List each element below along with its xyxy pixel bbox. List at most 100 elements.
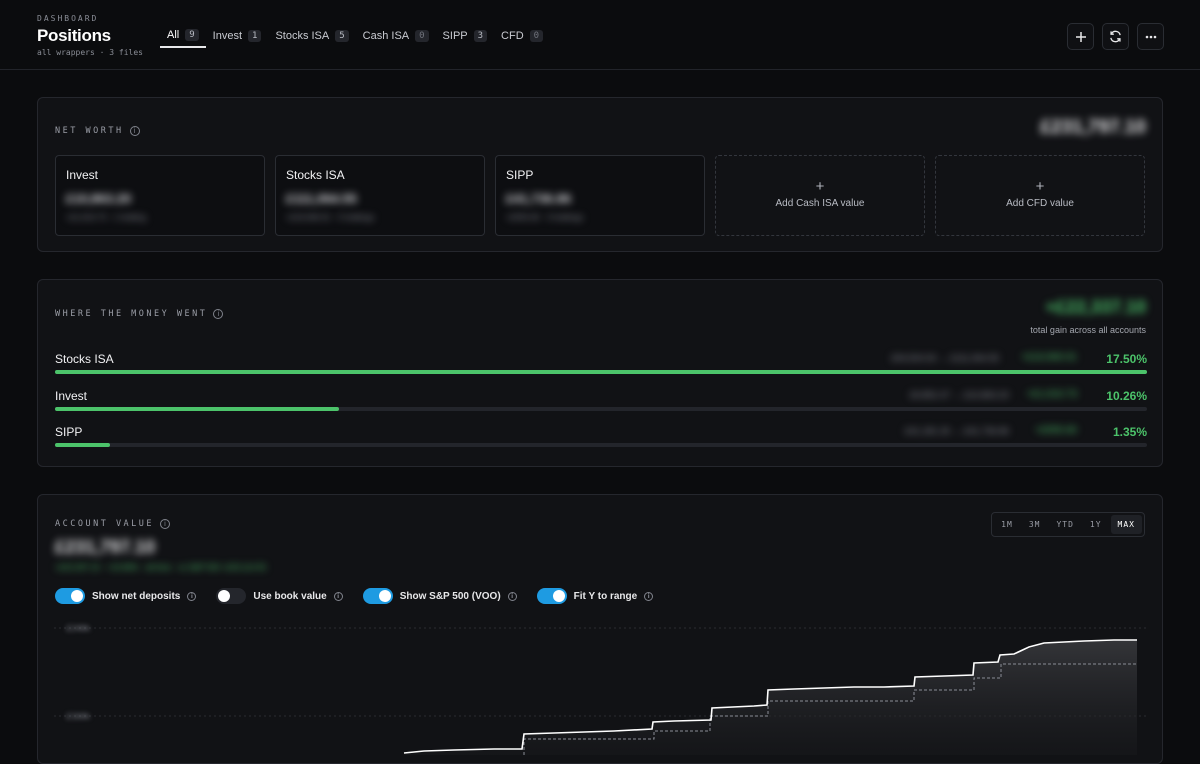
info-icon[interactable]: i xyxy=(187,591,197,601)
tab-sipp[interactable]: SIPP 3 xyxy=(436,26,495,48)
gain-row-invest: Invest £9,852.47 → £10,863.20 +£1,010.73… xyxy=(55,389,1147,419)
account-card-sipp[interactable]: SIPP £41,736.86 +£555.60 · 3 holdings xyxy=(495,155,705,236)
refresh-icon xyxy=(1110,30,1121,43)
plus-icon: + xyxy=(1035,178,1045,195)
fit-y-switch[interactable] xyxy=(536,588,567,604)
refresh-button[interactable] xyxy=(1102,23,1129,50)
gain-row-percent: 1.35% xyxy=(1112,425,1147,439)
info-icon[interactable]: i xyxy=(644,591,654,601)
info-icon[interactable]: i xyxy=(213,309,224,319)
chart-toggles: Show net deposits i Use book value i Sho… xyxy=(55,588,654,604)
toggle-label: Show S&P 500 (VOO) xyxy=(399,590,501,602)
net-deposits-switch[interactable] xyxy=(55,588,85,604)
tab-count: 1 xyxy=(248,29,262,42)
gain-row-track xyxy=(55,407,1147,411)
range-ytd[interactable]: YTD xyxy=(1049,515,1080,534)
sp500-switch[interactable] xyxy=(362,588,393,604)
total-gain: +£22,337.10 xyxy=(1045,297,1146,317)
gain-row-detail: £41,181.26 → £41,736.86 xyxy=(904,426,1009,436)
gain-row-fill xyxy=(55,443,110,447)
tab-label: SIPP xyxy=(442,29,468,42)
toggle-fit-y: Fit Y to range i xyxy=(536,588,654,604)
add-button[interactable] xyxy=(1067,23,1094,50)
gain-row-stocks-isa: Stocks ISA £94,504.54 → £111,064.55 +£16… xyxy=(55,352,1147,382)
range-3m[interactable]: 3M xyxy=(1022,515,1048,534)
account-card-value: £10,863.20 xyxy=(66,191,132,206)
tab-count: 5 xyxy=(335,29,349,42)
header-actions xyxy=(1067,23,1164,50)
range-max[interactable]: MAX xyxy=(1110,515,1142,534)
tab-cfd[interactable]: CFD 0 xyxy=(494,26,550,48)
net-worth-cards: Invest £10,863.20 +£1,010.73 · 1 holding… xyxy=(55,155,1145,236)
tab-count: 0 xyxy=(529,29,544,42)
account-value-chart[interactable]: £240k £160k xyxy=(54,615,1148,755)
gain-row-percent: 17.50% xyxy=(1106,352,1147,366)
gain-row-fill xyxy=(55,370,1147,374)
account-card-sub: +£555.60 · 3 holdings xyxy=(506,213,584,222)
info-icon[interactable]: i xyxy=(333,591,343,601)
account-card-name: SIPP xyxy=(506,168,534,182)
tab-label: CFD xyxy=(501,29,524,42)
add-card-label: Add CFD value xyxy=(1006,198,1074,209)
page-title: Positions xyxy=(37,26,111,45)
info-icon[interactable]: i xyxy=(160,519,171,529)
gain-row-amount: +£1,010.73 xyxy=(1026,389,1077,400)
add-cash-isa-button[interactable]: + Add Cash ISA value xyxy=(715,155,925,236)
tab-count: 0 xyxy=(415,29,429,42)
plus-icon: + xyxy=(815,178,825,195)
tab-count: 3 xyxy=(473,29,488,42)
account-value-panel: ACCOUNT VALUE i 1M 3M YTD 1Y MAX £231,79… xyxy=(37,494,1163,764)
account-card-sub: +£16,560.01 · 5 holdings xyxy=(286,213,375,222)
toggle-label: Show net deposits xyxy=(92,590,181,602)
tab-count: 9 xyxy=(185,28,199,41)
more-icon xyxy=(1145,35,1156,38)
gain-row-name: Stocks ISA xyxy=(55,352,114,366)
money-went-panel: WHERE THE MONEY WENT i +£22,337.10 total… xyxy=(37,279,1163,467)
gain-row-track xyxy=(55,443,1147,447)
tab-label: All xyxy=(167,28,180,41)
book-value-switch[interactable] xyxy=(216,588,247,604)
tab-all[interactable]: All 9 xyxy=(160,26,206,48)
net-worth-total: £231,797.10 xyxy=(1040,117,1146,138)
account-value-title-text: ACCOUNT VALUE xyxy=(55,519,155,529)
toggle-label: Fit Y to range xyxy=(573,590,638,602)
info-icon[interactable]: i xyxy=(507,591,517,601)
tab-invest[interactable]: Invest 1 xyxy=(206,26,269,48)
time-range-selector: 1M 3M YTD 1Y MAX xyxy=(991,512,1145,537)
account-card-name: Stocks ISA xyxy=(286,168,345,182)
more-button[interactable] xyxy=(1137,23,1164,50)
range-1m[interactable]: 1M xyxy=(994,515,1020,534)
range-1y[interactable]: 1Y xyxy=(1083,515,1109,534)
gain-row-sipp: SIPP £41,181.26 → £41,736.86 +£555.60 1.… xyxy=(55,425,1147,455)
net-worth-title: NET WORTH i xyxy=(55,126,140,136)
toggle-net-deposits: Show net deposits i xyxy=(55,588,197,604)
gain-row-detail: £9,852.47 → £10,863.20 xyxy=(909,390,1009,400)
gain-row-amount: +£555.60 xyxy=(1035,425,1077,436)
account-card-stocks-isa[interactable]: Stocks ISA £111,064.55 +£16,560.01 · 5 h… xyxy=(275,155,485,236)
account-card-invest[interactable]: Invest £10,863.20 +£1,010.73 · 1 holding xyxy=(55,155,265,236)
net-worth-title-text: NET WORTH xyxy=(55,126,124,136)
account-card-value: £41,736.86 xyxy=(506,191,572,206)
gain-row-name: Invest xyxy=(55,389,88,403)
tab-stocks-isa[interactable]: Stocks ISA 5 xyxy=(268,26,355,48)
total-gain-caption: total gain across all accounts xyxy=(1030,325,1146,335)
add-cfd-button[interactable]: + Add CFD value xyxy=(935,155,1145,236)
page-subtitle: all wrappers · 3 files xyxy=(37,48,143,57)
tab-cash-isa[interactable]: Cash ISA 0 xyxy=(356,26,436,48)
toggle-label: Use book value xyxy=(253,590,327,602)
net-worth-panel: NET WORTH i £231,797.10 Invest £10,863.2… xyxy=(37,97,1163,252)
gain-row-detail: £94,504.54 → £111,064.55 xyxy=(891,353,999,363)
wrapper-tabs: All 9 Invest 1 Stocks ISA 5 Cash ISA 0 S… xyxy=(160,26,550,48)
plus-icon xyxy=(1075,31,1086,42)
value-area xyxy=(404,640,1137,755)
money-went-title: WHERE THE MONEY WENT i xyxy=(55,309,224,319)
gain-row-name: SIPP xyxy=(55,425,83,439)
gain-row-fill xyxy=(55,407,339,411)
page-header: DASHBOARD Positions all wrappers · 3 fil… xyxy=(0,0,1200,70)
gain-row-amount: +£16,560.01 xyxy=(1021,352,1077,363)
toggle-sp500: Show S&P 500 (VOO) i xyxy=(362,588,517,604)
tab-label: Invest xyxy=(212,29,243,42)
page-kicker: DASHBOARD xyxy=(37,14,99,23)
gain-row-percent: 10.26% xyxy=(1106,389,1147,403)
info-icon[interactable]: i xyxy=(129,126,140,136)
